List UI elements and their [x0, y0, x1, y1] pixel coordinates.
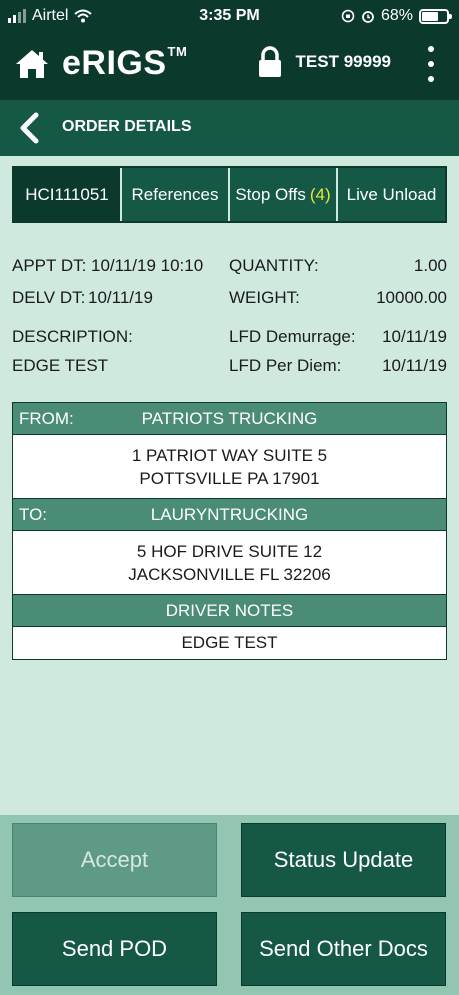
- brand: eRIGSTM: [14, 44, 187, 83]
- driver-notes-header: DRIVER NOTES: [13, 595, 446, 627]
- from-header: PATRIOTS TRUCKING FROM:: [13, 403, 446, 435]
- back-arrow-icon[interactable]: [18, 112, 40, 144]
- action-bar: Accept Status Update Send POD Send Other…: [0, 815, 459, 995]
- battery-percent: 68%: [380, 7, 413, 24]
- driver-notes-text: EDGE TEST: [181, 633, 278, 652]
- status-update-button[interactable]: Status Update: [241, 823, 446, 897]
- user-info: TEST 99999: [258, 46, 391, 78]
- app-header: eRIGSTM TEST 99999: [0, 34, 459, 100]
- lfd-per-diem-label: LFD Per Diem:: [229, 356, 342, 375]
- brand-text: eRIGS: [62, 44, 167, 82]
- delv-dt-value: 10/11/19: [88, 288, 153, 307]
- from-address: 1 PATRIOT WAY SUITE 5 POTTSVILLE PA 1790…: [13, 435, 446, 499]
- from-label: FROM:: [19, 409, 74, 428]
- tab-stop-offs-label: Stop Offs: [235, 184, 306, 204]
- address-table: PATRIOTS TRUCKING FROM: 1 PATRIOT WAY SU…: [12, 402, 447, 660]
- home-icon[interactable]: [14, 48, 50, 80]
- send-pod-button[interactable]: Send POD: [12, 912, 217, 986]
- send-other-docs-button[interactable]: Send Other Docs: [241, 912, 446, 986]
- tab-order-number-label: HCI111051: [25, 184, 109, 204]
- to-address: 5 HOF DRIVE SUITE 12 JACKSONVILLE FL 322…: [13, 531, 446, 595]
- driver-notes-title: DRIVER NOTES: [165, 601, 294, 620]
- alarm-icon: [362, 11, 374, 23]
- to-header: LAURYNTRUCKING TO:: [13, 499, 446, 531]
- tab-live-unload[interactable]: Live Unload: [338, 168, 445, 221]
- lock-icon[interactable]: [258, 46, 282, 78]
- from-name: PATRIOTS TRUCKING: [141, 409, 318, 428]
- detail-row-perdiem: EDGE TEST LFD Per Diem: 10/11/19: [12, 356, 447, 378]
- orientation-lock-icon: [341, 9, 355, 23]
- tab-order-number[interactable]: HCI111051: [14, 168, 122, 221]
- lfd-demurrage-label: LFD Demurrage:: [229, 327, 356, 346]
- weight-value: 10000.00: [376, 288, 447, 307]
- status-bar: Airtel 3:35 PM 68%: [0, 0, 459, 34]
- description-value: EDGE TEST: [12, 356, 109, 375]
- tab-stop-offs[interactable]: Stop Offs (4): [230, 168, 338, 221]
- description-label: DESCRIPTION:: [12, 327, 133, 346]
- sub-header: ORDER DETAILS: [0, 100, 459, 156]
- tab-live-unload-label: Live Unload: [346, 184, 437, 204]
- page-title: ORDER DETAILS: [62, 118, 192, 135]
- quantity-value: 1.00: [413, 256, 447, 275]
- from-address-line1: 1 PATRIOT WAY SUITE 5: [131, 446, 328, 465]
- stop-offs-count: (4): [309, 184, 331, 204]
- tab-bar: HCI111051 References Stop Offs (4) Live U…: [12, 166, 447, 223]
- detail-row-delv: DELV DT: 10/11/19 WEIGHT: 10000.00: [12, 288, 447, 310]
- brand-name: eRIGSTM: [62, 44, 187, 83]
- to-address-line1: 5 HOF DRIVE SUITE 12: [136, 542, 323, 561]
- weight-label: WEIGHT:: [229, 288, 300, 307]
- appt-dt-label: APPT DT:: [12, 256, 87, 275]
- to-name: LAURYNTRUCKING: [150, 505, 309, 524]
- detail-row-desc: DESCRIPTION: LFD Demurrage: 10/11/19: [12, 327, 447, 349]
- driver-notes-body: EDGE TEST: [13, 627, 446, 659]
- user-name: TEST 99999: [295, 52, 391, 71]
- trademark: TM: [167, 44, 188, 59]
- battery-icon: [419, 8, 452, 24]
- to-address-line2: JACKSONVILLE FL 32206: [128, 565, 331, 584]
- tab-references[interactable]: References: [122, 168, 230, 221]
- more-options-icon[interactable]: [423, 46, 439, 82]
- quantity-label: QUANTITY:: [229, 256, 319, 275]
- detail-row-appt: APPT DT: 10/11/19 10:10 QUANTITY: 1.00: [12, 256, 447, 278]
- appt-dt-value: 10/11/19 10:10: [91, 256, 204, 275]
- lfd-demurrage-value: 10/11/19: [382, 327, 447, 346]
- lfd-per-diem-value: 10/11/19: [382, 356, 447, 375]
- delv-dt-label: DELV DT:: [12, 288, 86, 307]
- to-label: TO:: [19, 505, 48, 524]
- accept-button[interactable]: Accept: [12, 823, 217, 897]
- tab-references-label: References: [131, 184, 219, 204]
- status-right: 68%: [341, 7, 452, 25]
- from-address-line2: POTTSVILLE PA 17901: [139, 469, 320, 488]
